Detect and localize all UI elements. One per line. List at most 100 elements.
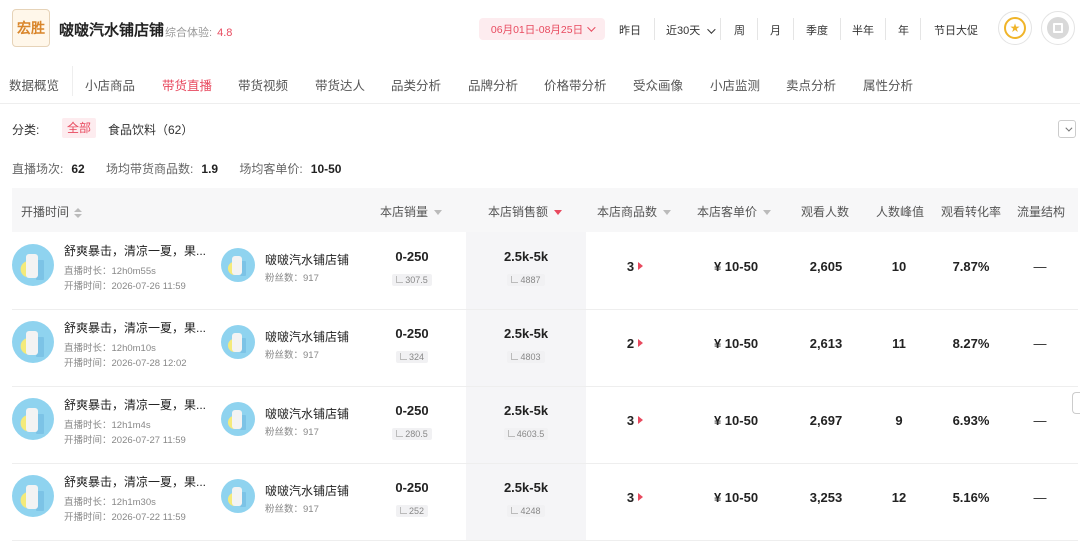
stat-sessions-label: 直播场次: — [12, 162, 64, 176]
anchor-name[interactable]: 啵啵汽水铺店铺 — [265, 328, 349, 345]
column-conversion-rate[interactable]: 观看转化率 — [941, 203, 1001, 220]
traffic-structure[interactable]: — — [1020, 336, 1060, 351]
bar-chart-icon — [511, 353, 519, 360]
period-last-30-days-label: 近30天 — [666, 25, 701, 37]
tab-price-band-analysis[interactable]: 价格带分析 — [544, 75, 607, 94]
sales-amount-range: 2.5k-5k — [503, 403, 549, 418]
period-month[interactable]: 月 — [770, 22, 781, 38]
favorite-button[interactable]: ★ — [998, 11, 1032, 45]
divider — [720, 18, 721, 40]
table-row[interactable]: 舒爽暴击，清凉一夏，果... 直播时长：12h0m10s 开播时间：2026-0… — [12, 310, 1078, 387]
sales-volume-range: 0-250 — [395, 249, 429, 264]
period-festival-promo[interactable]: 节日大促 — [934, 22, 978, 38]
expand-filter-button[interactable] — [1058, 120, 1076, 138]
period-half-year[interactable]: 半年 — [852, 22, 874, 38]
traffic-structure[interactable]: — — [1020, 413, 1060, 428]
column-store-product-count[interactable]: 本店商品数 — [597, 203, 672, 220]
avatar[interactable] — [221, 248, 255, 282]
product-count-cell[interactable]: 3 — [615, 490, 655, 505]
live-cover-image[interactable] — [12, 398, 54, 440]
expand-triangle-icon[interactable] — [638, 339, 644, 347]
live-duration: 直播时长：12h1m4s — [64, 420, 151, 431]
tab-brand-analysis[interactable]: 品牌分析 — [468, 75, 518, 94]
fans-count: 粉丝数：917 — [265, 350, 319, 361]
column-traffic-structure[interactable]: 流量结构 — [1017, 203, 1065, 220]
peak-viewers: 11 — [892, 336, 906, 351]
product-count-cell[interactable]: 3 — [615, 413, 655, 428]
expand-triangle-icon[interactable] — [638, 262, 644, 270]
date-range-picker[interactable]: 06月01日-08月25日 — [479, 18, 605, 40]
table-row[interactable]: 舒爽暴击，清凉一夏，果... 直播时长：12h0m55s 开播时间：2026-0… — [12, 233, 1078, 310]
period-yesterday[interactable]: 昨日 — [619, 22, 641, 38]
column-store-sales-amount[interactable]: 本店销售额 — [488, 203, 563, 220]
unit-price: ¥ 10-50 — [713, 413, 759, 428]
divider — [885, 18, 886, 40]
qr-code-icon — [1047, 17, 1069, 39]
tab-video-commerce[interactable]: 带货视频 — [238, 75, 288, 94]
column-peak-viewers[interactable]: 人数峰值 — [876, 203, 924, 220]
viewers: 3,253 — [809, 490, 843, 505]
tab-live-commerce[interactable]: 带货直播 — [162, 75, 212, 94]
tab-store-monitoring[interactable]: 小店监测 — [710, 75, 760, 94]
tab-attribute-analysis[interactable]: 属性分析 — [863, 75, 913, 94]
star-icon: ★ — [1004, 17, 1026, 39]
sales-volume-range: 0-250 — [395, 403, 429, 418]
period-last-30-days[interactable]: 近30天 — [666, 22, 716, 38]
tab-category-analysis[interactable]: 品类分析 — [391, 75, 441, 94]
anchor-name[interactable]: 啵啵汽水铺店铺 — [265, 405, 349, 422]
scroll-handle[interactable] — [1072, 392, 1080, 414]
table-row[interactable]: 舒爽暴击，清凉一夏，果... 直播时长：12h1m30s 开播时间：2026-0… — [12, 464, 1078, 541]
summary-stats: 直播场次: 62 场均带货商品数: 1.9 场均客单价: 10-50 — [12, 160, 359, 177]
live-title[interactable]: 舒爽暴击，清凉一夏，果... — [64, 473, 206, 490]
category-filter-all[interactable]: 全部 — [62, 118, 97, 138]
traffic-structure[interactable]: — — [1020, 259, 1060, 274]
anchor-name[interactable]: 啵啵汽水铺店铺 — [265, 251, 349, 268]
divider — [72, 66, 73, 96]
conversion-rate: 6.93% — [952, 413, 990, 428]
column-start-time[interactable]: 开播时间 — [21, 203, 83, 220]
live-cover-image[interactable] — [12, 244, 54, 286]
viewers: 2,697 — [809, 413, 843, 428]
table-row[interactable]: 舒爽暴击，清凉一夏，果... 直播时长：12h1m4s 开播时间：2026-07… — [12, 387, 1078, 464]
bar-chart-icon — [396, 430, 404, 437]
qr-code-button[interactable] — [1041, 11, 1075, 45]
anchor-name[interactable]: 啵啵汽水铺店铺 — [265, 482, 349, 499]
tab-influencers[interactable]: 带货达人 — [315, 75, 365, 94]
product-count: 2 — [626, 336, 635, 351]
stat-sessions-value: 62 — [71, 162, 85, 176]
stat-avg-price-label: 场均客单价: — [239, 162, 303, 176]
live-cover-image[interactable] — [12, 475, 54, 517]
expand-triangle-icon[interactable] — [638, 416, 644, 424]
bar-chart-icon — [399, 353, 407, 360]
product-count: 3 — [626, 490, 635, 505]
column-store-unit-price[interactable]: 本店客单价 — [697, 203, 772, 220]
avatar[interactable] — [221, 402, 255, 436]
bar-chart-icon — [399, 507, 407, 514]
live-title[interactable]: 舒爽暴击，清凉一夏，果... — [64, 319, 206, 336]
column-store-sales-volume[interactable]: 本店销量 — [380, 203, 443, 220]
period-week[interactable]: 周 — [734, 22, 745, 38]
shop-name[interactable]: 啵啵汽水铺店铺 — [59, 19, 164, 40]
avatar[interactable] — [221, 479, 255, 513]
stat-avg-price-value: 10-50 — [310, 162, 342, 176]
category-filter-food-beverage[interactable]: 食品饮料（62） — [108, 121, 193, 138]
fans-count: 粉丝数：917 — [265, 427, 319, 438]
tab-selling-points[interactable]: 卖点分析 — [786, 75, 836, 94]
tab-store-products[interactable]: 小店商品 — [85, 75, 135, 94]
tab-data-overview[interactable]: 数据概览 — [9, 75, 59, 94]
avatar[interactable] — [221, 325, 255, 359]
traffic-structure[interactable]: — — [1020, 490, 1060, 505]
period-quarter[interactable]: 季度 — [806, 22, 828, 38]
expand-triangle-icon[interactable] — [638, 493, 644, 501]
column-viewers[interactable]: 观看人数 — [801, 203, 849, 220]
rating-value: 4.8 — [217, 27, 233, 39]
live-title[interactable]: 舒爽暴击，清凉一夏，果... — [64, 396, 206, 413]
tab-audience-profile[interactable]: 受众画像 — [633, 75, 683, 94]
product-count-cell[interactable]: 2 — [615, 336, 655, 351]
period-year[interactable]: 年 — [898, 22, 909, 38]
product-count-cell[interactable]: 3 — [615, 259, 655, 274]
bar-chart-icon — [396, 276, 404, 283]
live-title[interactable]: 舒爽暴击，清凉一夏，果... — [64, 242, 206, 259]
chevron-down-icon — [707, 25, 716, 34]
live-cover-image[interactable] — [12, 321, 54, 363]
